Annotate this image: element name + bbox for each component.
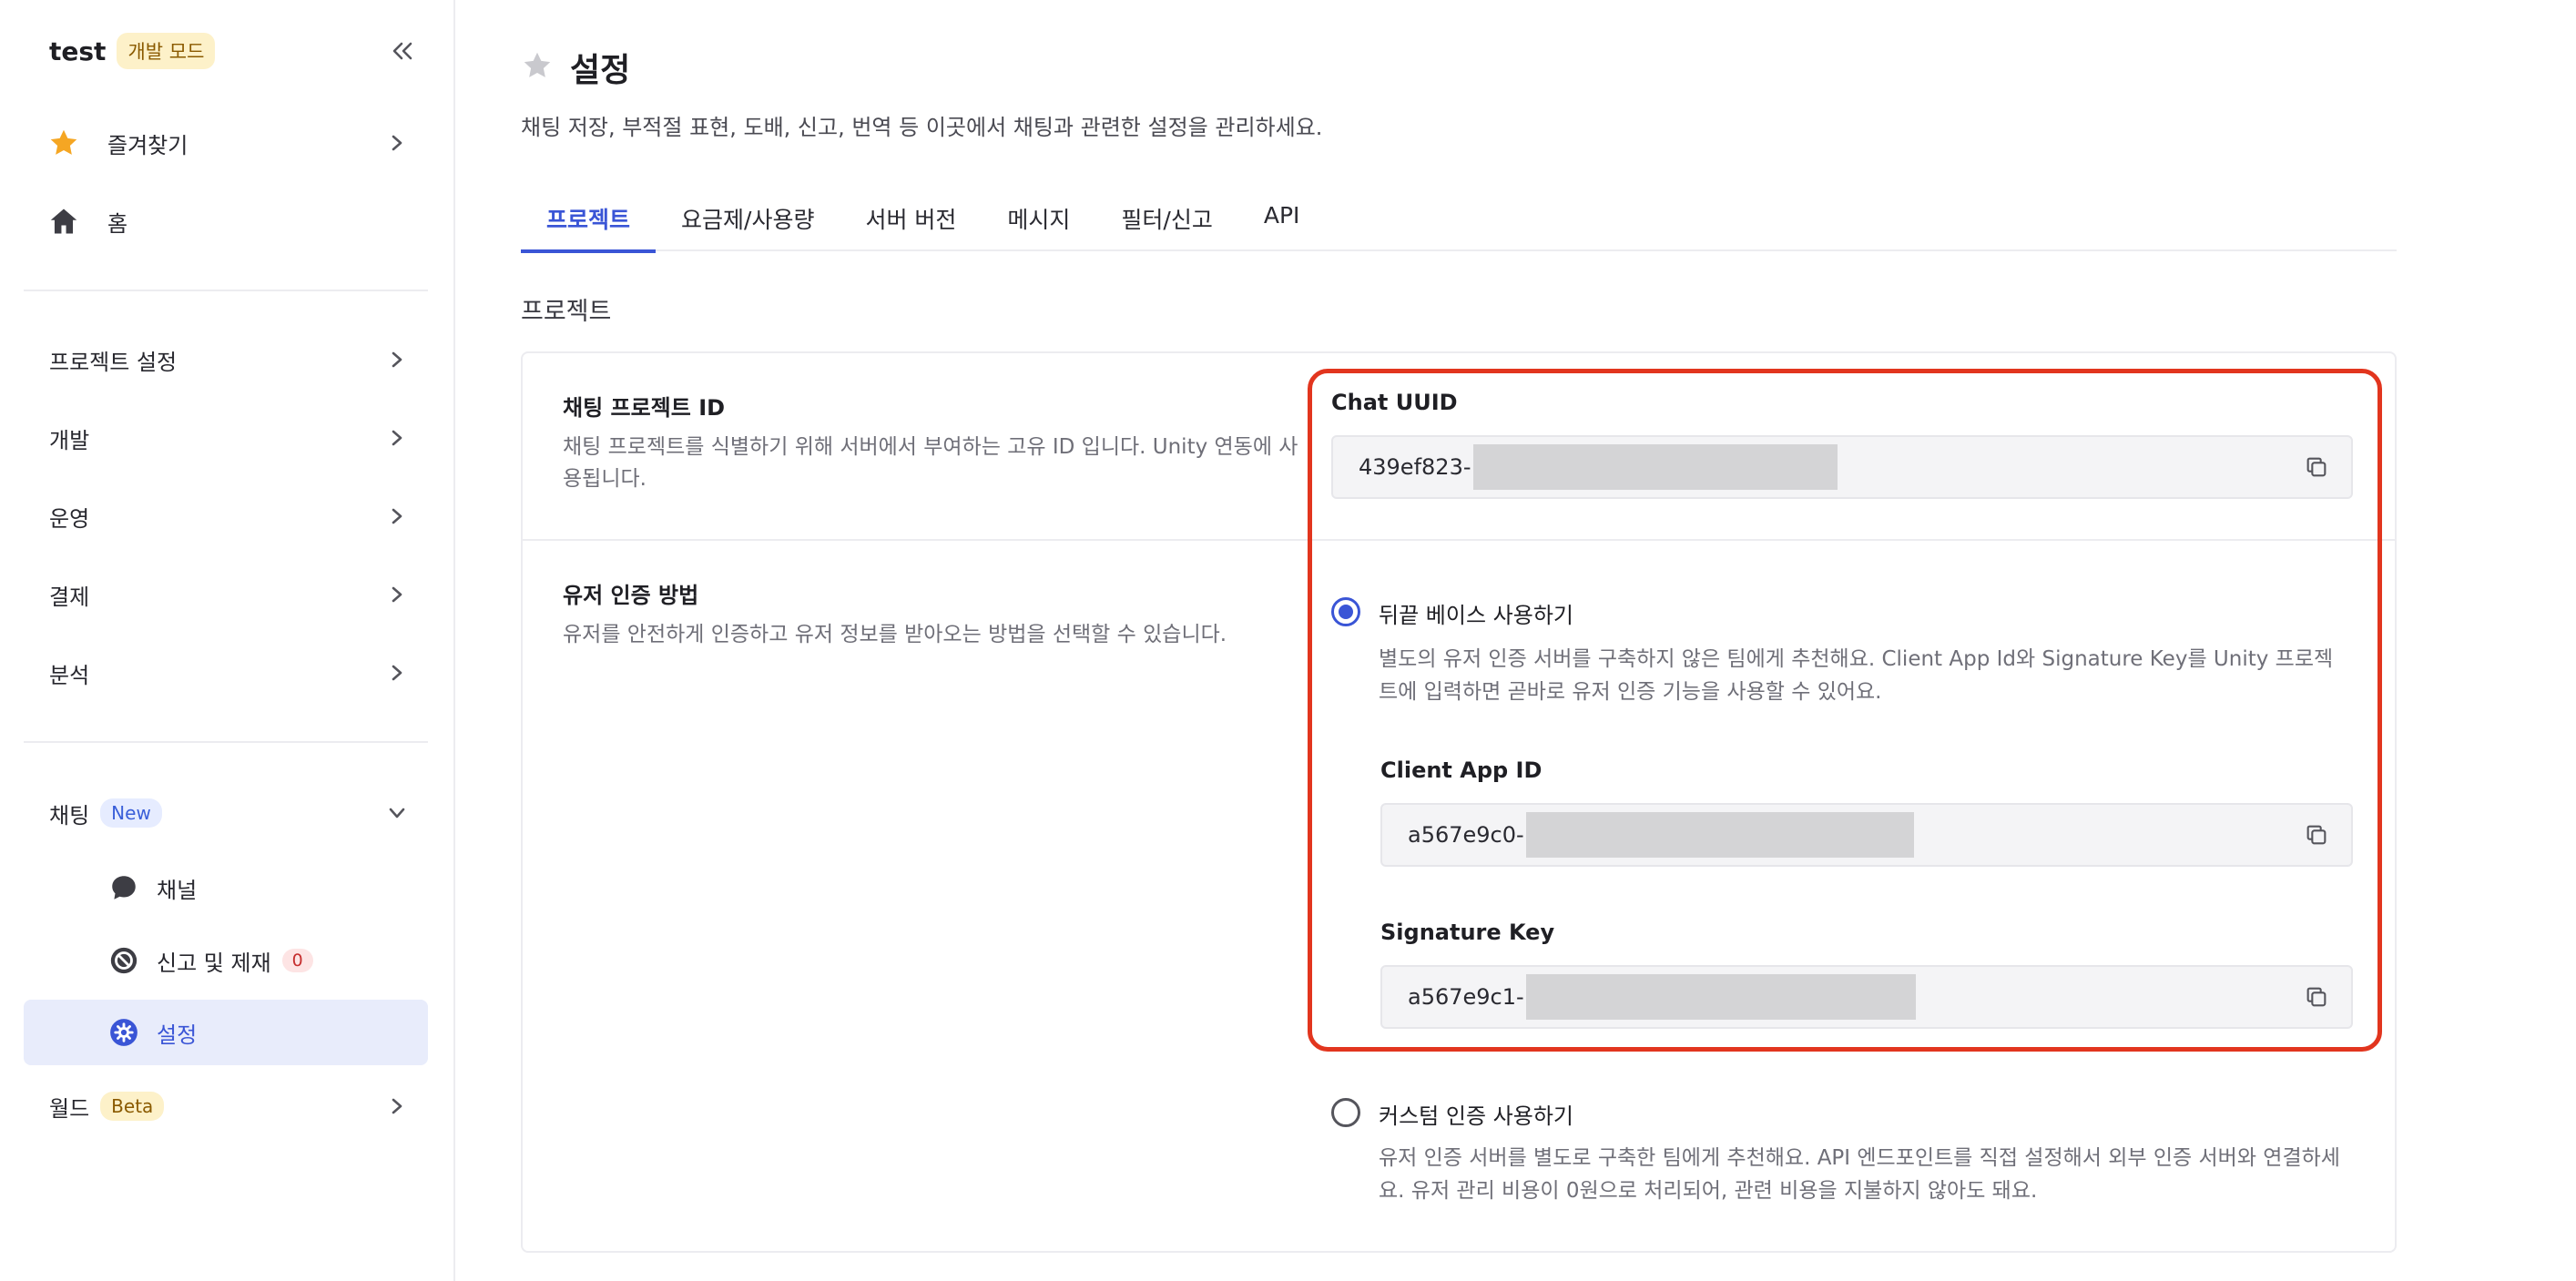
- project-id-title: 채팅 프로젝트 ID: [563, 395, 726, 421]
- settings-gear-icon: [107, 1016, 140, 1049]
- copy-icon: [2306, 987, 2327, 1007]
- sidebar-item-payment[interactable]: 결제: [24, 563, 428, 626]
- chevron-right-icon: [388, 429, 406, 447]
- new-badge: New: [100, 798, 162, 828]
- sidebar-item-home[interactable]: 홈: [24, 189, 428, 253]
- sidebar-item-reports-sanctions[interactable]: 신고 및 제재 0: [24, 929, 428, 992]
- client-app-id-label: Client App ID: [1380, 757, 1543, 783]
- chevron-down-icon: [388, 804, 406, 822]
- main-content: 설정 채팅 저장, 부적절 표현, 도배, 신고, 번역 등 이곳에서 채팅과 …: [455, 0, 2576, 1281]
- sidebar-item-label: 채널: [157, 877, 198, 903]
- copy-icon: [2306, 825, 2327, 845]
- sidebar-item-world-label-group: 월드 Beta: [49, 1091, 165, 1123]
- auth-method-description: 유저를 안전하게 인증하고 유저 정보를 받아오는 방법을 선택할 수 있습니다…: [563, 623, 1227, 646]
- sidebar-item-chat[interactable]: 채팅 New: [24, 781, 428, 845]
- sidebar-item-chat-label-group: 채팅 New: [49, 798, 162, 829]
- signature-key-value: a567e9c1-: [1408, 984, 1524, 1010]
- sidebar-item-label: 신고 및 제재: [157, 950, 271, 976]
- sidebar-item-label: 개발: [49, 427, 90, 453]
- page-header: 설정: [521, 44, 630, 91]
- sidebar-item-label: 결제: [49, 584, 90, 610]
- chat-uuid-value: 439ef823-: [1359, 454, 1471, 480]
- sidebar-divider: [24, 290, 428, 291]
- sidebar-item-label: 즐겨찾기: [107, 132, 188, 158]
- project-settings-card: 채팅 프로젝트 ID 채팅 프로젝트를 식별하기 위해 서버에서 부여하는 고유…: [521, 351, 2397, 1253]
- sidebar-item-label: 홈: [107, 210, 128, 237]
- redacted-value-mask: [1525, 812, 1914, 858]
- auth-method-title: 유저 인증 방법: [563, 583, 699, 608]
- chevron-right-icon: [388, 134, 406, 152]
- page-description: 채팅 저장, 부적절 표현, 도배, 신고, 번역 등 이곳에서 채팅과 관련한…: [521, 115, 1323, 140]
- sidebar-item-operations[interactable]: 운영: [24, 484, 428, 548]
- sidebar-item-reports-label-group: 신고 및 제재 0: [157, 945, 313, 977]
- sidebar-item-label: 운영: [49, 505, 90, 532]
- sidebar-item-world[interactable]: 월드 Beta: [24, 1074, 428, 1138]
- radio-custom-auth-label[interactable]: 커스텀 인증 사용하기: [1379, 1098, 1573, 1130]
- chat-bubble-icon: [107, 871, 140, 904]
- sidebar-item-label: 설정: [157, 1022, 198, 1048]
- sidebar-item-label: 프로젝트 설정: [49, 349, 178, 375]
- row-divider: [523, 539, 2395, 541]
- chevron-right-icon: [388, 585, 406, 604]
- double-chevron-left-icon: [392, 42, 412, 60]
- copy-client-app-id-button[interactable]: [2302, 820, 2331, 849]
- sidebar-divider: [24, 741, 428, 743]
- sidebar-item-label: 분석: [49, 662, 90, 688]
- tab-plan-usage[interactable]: 요금제/사용량: [656, 191, 840, 251]
- radio-backend-base[interactable]: [1331, 597, 1360, 626]
- chevron-right-icon: [388, 664, 406, 682]
- sidebar: test 개발 모드 즐겨찾기 홈 프로젝트 설정 개발 운영 결제 분석 채팅…: [0, 0, 455, 1281]
- page-title: 설정: [570, 52, 631, 89]
- client-app-id-value: a567e9c0-: [1408, 822, 1524, 848]
- copy-icon: [2306, 457, 2327, 477]
- chat-uuid-field[interactable]: 439ef823-: [1331, 435, 2353, 499]
- tab-project[interactable]: 프로젝트: [521, 191, 657, 253]
- dev-mode-badge: 개발 모드: [117, 33, 216, 69]
- count-badge: 0: [281, 949, 313, 972]
- chevron-right-icon: [388, 507, 406, 525]
- sidebar-item-channel[interactable]: 채널: [24, 856, 428, 920]
- sidebar-item-label: 월드: [49, 1095, 90, 1122]
- tab-api[interactable]: API: [1238, 191, 1326, 251]
- section-title: 프로젝트: [521, 298, 612, 326]
- beta-badge: Beta: [100, 1092, 165, 1121]
- custom-auth-description: 유저 인증 서버를 별도로 구축한 팀에게 추천해요. API 엔드포인트를 직…: [1379, 1146, 2340, 1203]
- favorite-star-icon[interactable]: [521, 49, 554, 86]
- chevron-right-icon: [388, 1097, 406, 1115]
- copy-chat-uuid-button[interactable]: [2302, 452, 2331, 482]
- redacted-value-mask: [1525, 974, 1916, 1020]
- chevron-right-icon: [388, 351, 406, 369]
- star-icon: [47, 127, 80, 159]
- sidebar-item-label: 채팅: [49, 802, 90, 829]
- client-app-id-field[interactable]: a567e9c0-: [1380, 803, 2353, 867]
- ban-icon: [107, 944, 140, 977]
- tab-bar: 프로젝트 요금제/사용량 서버 버전 메시지 필터/신고 API: [521, 191, 2397, 253]
- brand: test 개발 모드: [49, 33, 216, 69]
- sidebar-item-analytics[interactable]: 분석: [24, 641, 428, 705]
- collapse-sidebar-button[interactable]: [386, 36, 419, 66]
- signature-key-field[interactable]: a567e9c1-: [1380, 965, 2353, 1029]
- chat-uuid-label: Chat UUID: [1331, 390, 1458, 415]
- radio-backend-base-label[interactable]: 뒤끝 베이스 사용하기: [1379, 597, 1573, 629]
- backend-base-description: 별도의 유저 인증 서버를 구축하지 않은 팀에게 추천해요. Client A…: [1379, 647, 2334, 704]
- signature-key-label: Signature Key: [1380, 920, 1555, 945]
- project-id-description: 채팅 프로젝트를 식별하기 위해 서버에서 부여하는 고유 ID 입니다. Un…: [563, 435, 1298, 491]
- redacted-value-mask: [1472, 444, 1838, 490]
- tab-filter-report[interactable]: 필터/신고: [1095, 191, 1237, 251]
- radio-custom-auth[interactable]: [1331, 1098, 1360, 1127]
- sidebar-item-development[interactable]: 개발: [24, 406, 428, 470]
- sidebar-item-favorites[interactable]: 즐겨찾기: [24, 111, 428, 175]
- project-name: test: [49, 36, 107, 66]
- tab-message[interactable]: 메시지: [982, 191, 1095, 251]
- sidebar-item-project-settings[interactable]: 프로젝트 설정: [24, 328, 428, 391]
- home-icon: [47, 205, 80, 238]
- copy-signature-key-button[interactable]: [2302, 982, 2331, 1012]
- sidebar-item-chat-settings[interactable]: 설정: [24, 1000, 428, 1065]
- tab-server-version[interactable]: 서버 버전: [840, 191, 982, 251]
